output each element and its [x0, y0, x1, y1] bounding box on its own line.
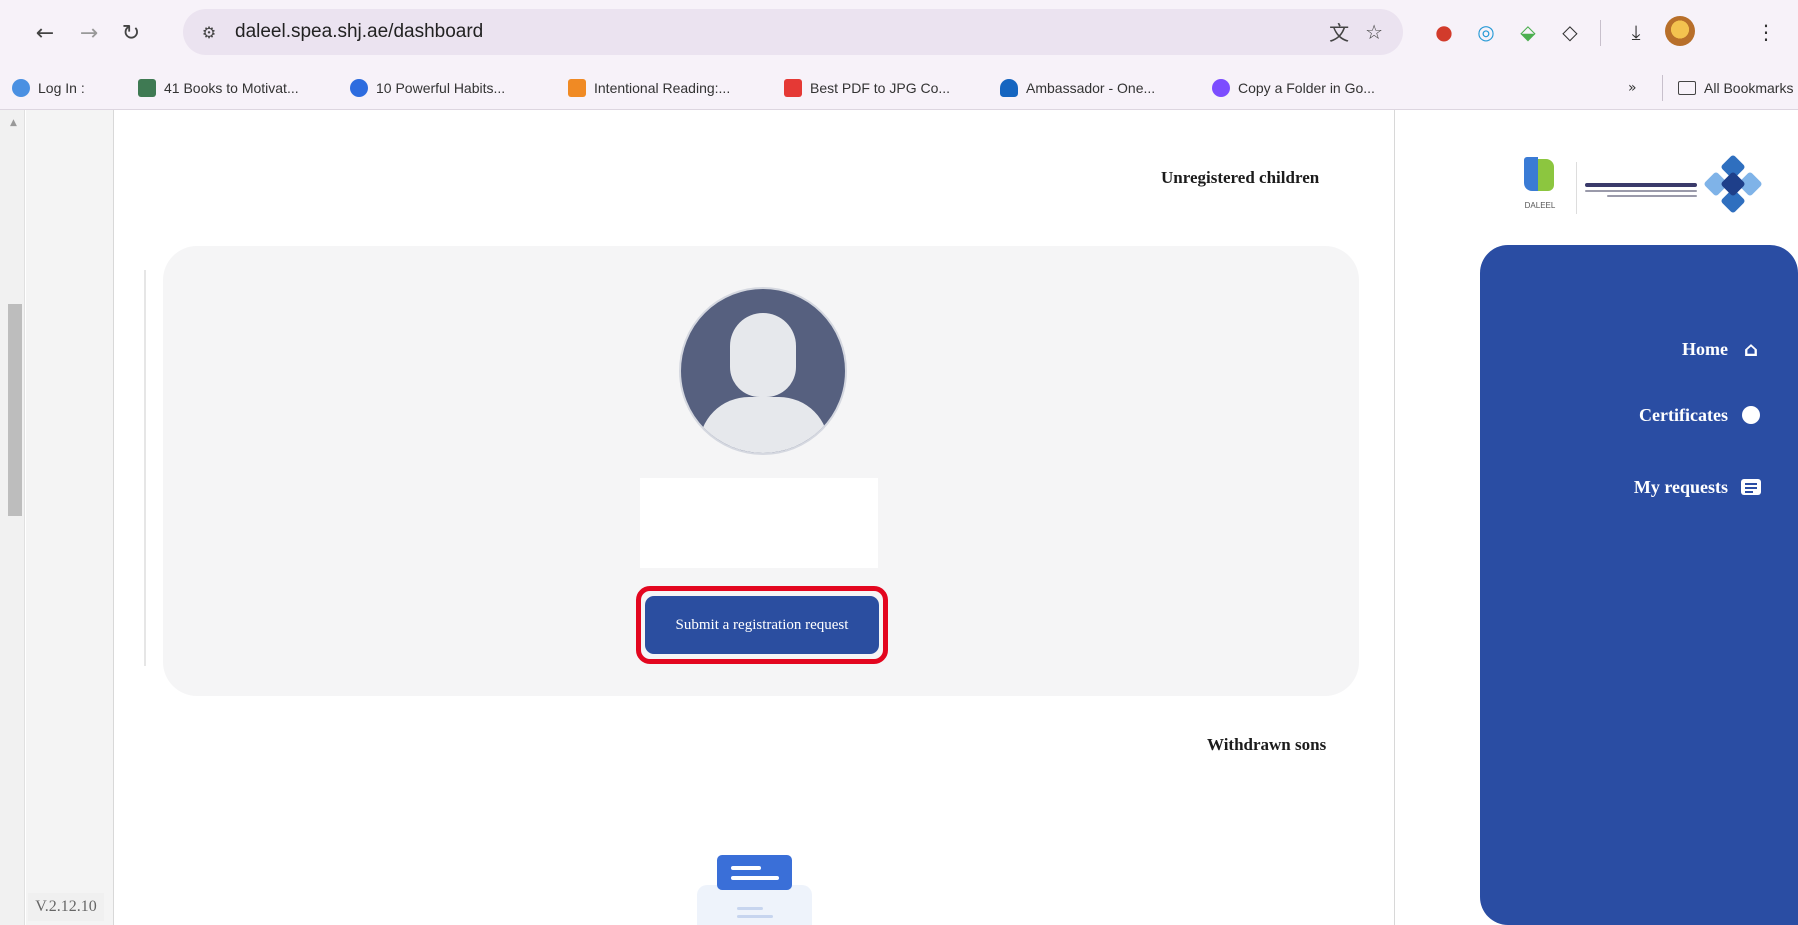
bookmark-label: 41 Books to Motivat...	[164, 80, 299, 96]
extension-apple-icon[interactable]: ●	[1428, 16, 1460, 48]
bookmark-star-icon[interactable]: ☆	[1365, 20, 1383, 44]
all-bookmarks-button[interactable]: All Bookmarks	[1678, 76, 1793, 100]
authority-logo-wordmark	[1585, 178, 1697, 202]
sidebar-item-label: Home	[1682, 338, 1728, 359]
page-scrollbar[interactable]	[0, 110, 25, 925]
child-avatar-icon	[679, 287, 847, 455]
sidebar-item-certificates[interactable]: Certificates	[1639, 400, 1762, 430]
daleel-logo: DALEEL	[1520, 157, 1560, 229]
globe-icon	[12, 79, 30, 97]
sidebar-item-my-requests[interactable]: My requests	[1634, 472, 1762, 502]
bookmark-item[interactable]: 10 Powerful Habits...	[350, 76, 505, 100]
extensions-puzzle-icon[interactable]: ◇	[1554, 16, 1586, 48]
bookmarks-bar: Log In : 41 Books to Motivat... 10 Power…	[0, 66, 1798, 110]
withdrawn-sons-heading: Withdrawn sons	[1207, 735, 1327, 754]
unregistered-children-heading: Unregistered children	[1161, 168, 1320, 187]
sidebar-item-label: Certificates	[1639, 404, 1728, 425]
document-illustration-icon	[697, 855, 812, 925]
list-icon	[1740, 476, 1762, 498]
bookmark-item[interactable]: Ambassador - One...	[1000, 76, 1155, 100]
left-strip	[26, 110, 114, 925]
book-icon	[138, 79, 156, 97]
sidebar-item-label: My requests	[1633, 476, 1728, 497]
scrollbar-thumb[interactable]	[8, 304, 22, 516]
folder-icon	[1678, 81, 1696, 95]
circle-icon	[350, 79, 368, 97]
extension-download-icon[interactable]: ⬙	[1512, 16, 1544, 48]
back-arrow-icon[interactable]: ←	[30, 18, 60, 48]
browser-toolbar: ← → ↻ ⚙ daleel.spea.shj.ae/dashboard 文 ☆…	[0, 0, 1798, 66]
forward-arrow-icon[interactable]: →	[74, 18, 104, 48]
child-name-box	[640, 478, 878, 568]
url-text[interactable]: daleel.spea.shj.ae/dashboard	[235, 21, 483, 43]
bookmark-label: Intentional Reading:...	[594, 80, 731, 96]
pdf-icon	[784, 79, 802, 97]
scroll-up-icon[interactable]: ▲	[10, 118, 17, 128]
downloads-icon[interactable]: ⤓	[1620, 16, 1652, 48]
bookmark-item[interactable]: 41 Books to Motivat...	[138, 76, 299, 100]
bookmark-label: Copy a Folder in Go...	[1238, 80, 1375, 96]
logo-separator	[1576, 162, 1577, 214]
cloud-icon	[1000, 79, 1018, 97]
daleel-logo-text: DALEEL	[1524, 201, 1556, 210]
bookmark-label: Best PDF to JPG Co...	[810, 80, 951, 96]
all-bookmarks-label: All Bookmarks	[1704, 80, 1794, 96]
content-divider	[1394, 110, 1395, 925]
reading-icon	[568, 79, 586, 97]
menu-kebab-icon[interactable]: ⋮	[1750, 16, 1782, 48]
address-bar[interactable]: ⚙ daleel.spea.shj.ae/dashboard 文 ☆	[183, 9, 1403, 55]
g-icon	[1212, 79, 1230, 97]
bookmark-label: 10 Powerful Habits...	[376, 80, 506, 96]
badge-icon	[1740, 404, 1762, 426]
bookmark-label: Ambassador - One...	[1026, 80, 1156, 96]
bookmarks-overflow-button[interactable]: »	[1628, 76, 1637, 100]
home-icon: ⌂	[1743, 337, 1759, 361]
extension-sync-icon[interactable]: ◎	[1470, 16, 1502, 48]
sidebar-item-home[interactable]: Home ⌂	[1682, 334, 1762, 364]
card-edge	[144, 270, 146, 666]
submit-registration-request-button[interactable]: Submit a registration request	[645, 596, 879, 654]
translate-icon[interactable]: 文	[1329, 17, 1349, 46]
bookmark-item[interactable]: Best PDF to JPG Co...	[784, 76, 950, 100]
bookmark-item[interactable]: Intentional Reading:...	[568, 76, 730, 100]
bookmark-item[interactable]: Copy a Folder in Go...	[1212, 76, 1375, 100]
authority-emblem-icon	[1703, 154, 1763, 214]
site-settings-icon[interactable]: ⚙	[195, 18, 223, 46]
app-version: V.2.12.10	[28, 893, 104, 921]
profile-avatar-icon[interactable]	[1665, 16, 1695, 46]
bookmark-item[interactable]: Log In :	[12, 76, 85, 100]
reload-icon[interactable]: ↻	[116, 18, 146, 48]
bookmark-label: Log In :	[38, 80, 85, 96]
